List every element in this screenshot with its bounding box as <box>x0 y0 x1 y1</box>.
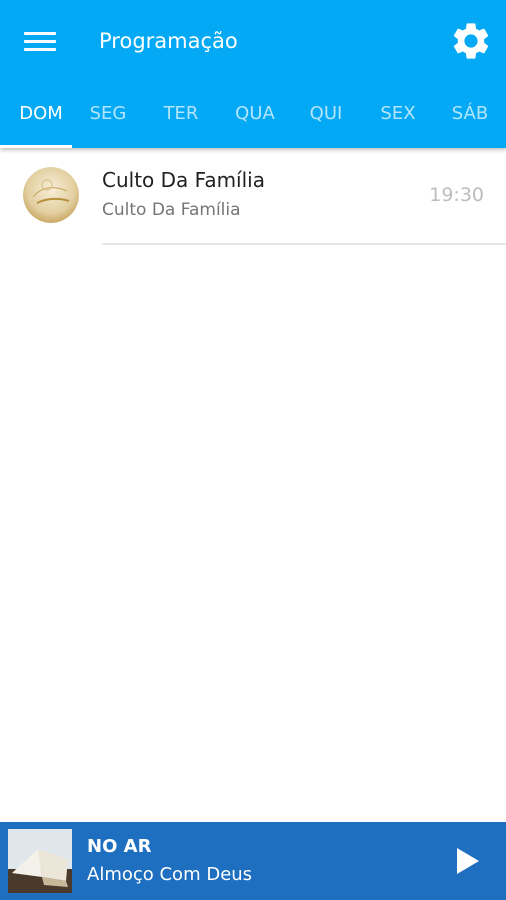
play-button[interactable] <box>452 846 482 876</box>
program-subtitle: Culto Da Família <box>102 200 241 220</box>
on-air-label: NO AR <box>87 836 152 857</box>
day-tabs: DOM SEG TER QUA QUI SEX SÁB <box>0 94 506 148</box>
tab-sab[interactable]: SÁB <box>434 94 506 148</box>
tab-seg[interactable]: SEG <box>72 94 144 148</box>
now-playing-bar[interactable]: NO AR Almoço Com Deus <box>0 822 506 900</box>
program-avatar <box>23 167 79 223</box>
program-time: 19:30 <box>429 184 484 206</box>
tab-qua[interactable]: QUA <box>219 94 291 148</box>
tab-qui[interactable]: QUI <box>290 94 362 148</box>
page-title: Programação <box>99 29 238 53</box>
hamburger-menu-icon <box>24 32 56 35</box>
list-item[interactable]: Culto Da Família Culto Da Família 19:30 <box>0 150 506 246</box>
program-title: Culto Da Família <box>102 168 265 192</box>
app-bar: Programação DOM SEG TER QUA QUI SEX SÁB <box>0 0 506 148</box>
menu-button[interactable] <box>22 28 58 56</box>
play-icon <box>457 848 479 874</box>
settings-button[interactable] <box>449 19 493 63</box>
list-divider <box>102 243 506 245</box>
tab-dom[interactable]: DOM <box>0 94 82 148</box>
now-playing-show: Almoço Com Deus <box>87 864 253 885</box>
gear-icon <box>453 23 489 59</box>
active-tab-indicator <box>0 145 72 148</box>
tab-ter[interactable]: TER <box>145 94 217 148</box>
now-playing-thumbnail <box>8 829 72 893</box>
tab-sex[interactable]: SEX <box>362 94 434 148</box>
